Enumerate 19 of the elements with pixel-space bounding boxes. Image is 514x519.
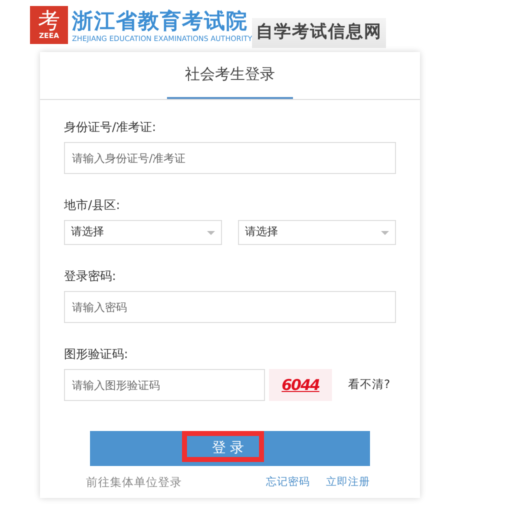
caret-icon bbox=[381, 230, 389, 234]
site-name: 自学考试信息网 bbox=[252, 18, 386, 48]
field-label: 地市/县区: bbox=[64, 197, 122, 214]
input-field[interactable]: 请输入图形验证码 bbox=[64, 369, 265, 401]
select-field[interactable]: 请选择 bbox=[238, 220, 396, 245]
group-login-link[interactable]: 前往集体单位登录 bbox=[86, 474, 182, 492]
captcha-image[interactable]: 6044 bbox=[269, 369, 332, 401]
field-label: 身份证号/准考证: bbox=[64, 119, 158, 136]
input-field[interactable]: 请输入密码 bbox=[64, 291, 396, 323]
register-link[interactable]: 立即注册 bbox=[326, 474, 370, 490]
select-field[interactable]: 请选择 bbox=[64, 220, 222, 245]
site-title: 浙江省教育考试院 bbox=[72, 10, 249, 31]
caret-icon bbox=[207, 230, 215, 234]
refresh-captcha-link[interactable]: 看不清? bbox=[348, 376, 390, 394]
input-field[interactable]: 请输入身份证号/准考证 bbox=[64, 142, 396, 174]
field-label: 登录密码: bbox=[64, 268, 118, 285]
forgot-password-link[interactable]: 忘记密码 bbox=[266, 474, 310, 490]
login-tab[interactable]: 社会考生登录 bbox=[167, 52, 293, 99]
field-label: 图形验证码: bbox=[64, 346, 130, 363]
